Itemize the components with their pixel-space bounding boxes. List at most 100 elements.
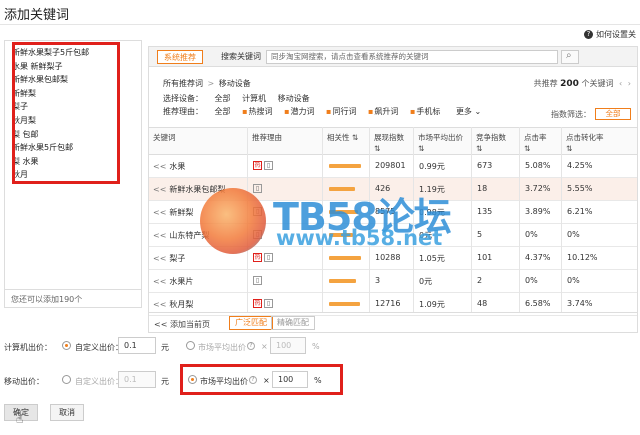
device-option-pc[interactable]: 计算机 <box>242 94 266 103</box>
phone-badge-icon: ▯ <box>253 276 262 285</box>
th-keyword: 关键词 <box>153 133 176 142</box>
total-suffix: 个关键词 <box>581 79 614 88</box>
search-input[interactable]: 同步淘宝网搜索，请点击查看系统推荐的关键词 <box>266 50 558 64</box>
keyword-cell[interactable]: << 秋月梨 <box>153 299 193 310</box>
cvr-cell: 10.12% <box>567 253 598 262</box>
phone-badge-icon: ▯ <box>264 299 273 308</box>
add-current-page-button[interactable]: << 添加当前页 <box>154 319 210 330</box>
competition-cell: 101 <box>477 253 493 262</box>
cvr-cell: 4.25% <box>567 161 593 170</box>
hand-cursor-icon: ☝ <box>16 412 24 426</box>
device-filter: 选择设备： 全部 计算机 移动设备 <box>163 93 319 104</box>
add-keyword-arrow[interactable]: << <box>153 185 166 194</box>
computer-bid-input[interactable]: 0.1 <box>118 337 156 354</box>
keyword-cell[interactable]: << 新鲜梨 <box>153 207 193 218</box>
mobile-bid-unit: 元 <box>161 377 169 386</box>
mobile-icon: ▪ <box>409 107 416 116</box>
keyword-text: 水果 <box>169 162 186 171</box>
computer-percent-input[interactable]: 100 <box>270 337 306 354</box>
computer-custom-label: 自定义出价： <box>75 343 123 352</box>
reason-option-rising[interactable]: ▪飙升词 <box>368 107 398 116</box>
keyword-cell[interactable]: << 水果 <box>153 161 185 172</box>
computer-bid-label: 计算机出价： <box>4 343 52 352</box>
th-competition[interactable]: 竞争指数 ⇅ <box>476 132 506 154</box>
relevance-bar <box>329 302 360 306</box>
tab-search-keyword[interactable]: 搜索关键词 <box>215 50 267 64</box>
device-option-mobile[interactable]: 移动设备 <box>278 94 310 103</box>
th-relevance[interactable]: 相关性 ⇅ <box>327 132 358 143</box>
match-broad-tab[interactable]: 广泛匹配 <box>229 316 273 330</box>
help-icon: ? <box>584 30 593 39</box>
add-keyword-arrow[interactable]: << <box>153 208 166 217</box>
reason-option-mobile[interactable]: ▪手机标 <box>410 107 440 116</box>
reason-cell: ▯ <box>253 276 262 285</box>
mobile-bid-input[interactable]: 0.1 <box>118 371 156 388</box>
add-keyword-arrow[interactable]: << <box>153 254 166 263</box>
impressions-cell: 10288 <box>375 253 401 262</box>
table-header: 关键词 推荐理由 相关性 ⇅ 展现指数 ⇅ 市场平均出价 ⇅ 竞争指数 ⇅ 点击率 ⇅ … <box>149 127 637 155</box>
dialog-header: 添加关键词 <box>0 0 640 26</box>
reason-option-hot[interactable]: ▪热搜词 <box>242 107 272 116</box>
cancel-button[interactable]: 取消 <box>50 404 84 421</box>
ctr-cell: 6.58% <box>525 299 551 308</box>
reason-option-potential[interactable]: ▪潜力词 <box>284 107 314 116</box>
computer-custom-radio[interactable] <box>62 341 71 350</box>
remaining-count: 您还可以添加190个 <box>5 289 141 307</box>
help-text: 如何设置关 <box>596 30 636 39</box>
competition-cell: 673 <box>477 161 493 170</box>
annotation-box-mobile-bid <box>180 364 343 395</box>
computer-market-radio[interactable] <box>186 341 195 350</box>
th-ctr[interactable]: 点击率 ⇅ <box>524 132 547 154</box>
column-divider <box>471 127 472 312</box>
table-row[interactable]: << 水果 热 ▯ 209801 0.99元 673 5.08% 4.25% <box>149 155 637 178</box>
index-filter-dropdown[interactable]: 全部 <box>595 108 631 120</box>
total-count: 共推荐 200 个关键词 ‹ › <box>534 78 631 89</box>
cvr-cell: 0% <box>567 276 580 285</box>
keyword-cell[interactable]: << 梨子 <box>153 253 185 264</box>
tab-system-recommend[interactable]: 系统推荐 <box>157 50 203 64</box>
cvr-cell: 3.74% <box>567 299 593 308</box>
watermark-url: www.tb58.net <box>276 226 443 250</box>
keyword-cell[interactable]: << 水果片 <box>153 276 193 287</box>
table-row[interactable]: << 水果片 ▯ 3 0元 2 0% 0% <box>149 270 637 293</box>
keyword-text: 新鲜梨 <box>169 208 194 217</box>
cvr-cell: 5.55% <box>567 184 593 193</box>
question-icon[interactable]: ? <box>247 342 255 350</box>
mobile-bid-label: 移动出价： <box>4 377 44 386</box>
competition-cell: 5 <box>477 230 483 239</box>
avg-bid-cell: 0.99元 <box>419 162 445 171</box>
relevance-bar <box>329 256 361 260</box>
competition-cell: 18 <box>477 184 488 193</box>
relevance-bar <box>329 279 356 283</box>
reason-option-all[interactable]: 全部 <box>215 107 231 116</box>
add-keyword-arrow[interactable]: << <box>153 300 166 309</box>
reason-filter: 推荐理由： 全部 ▪热搜词 ▪潜力词 ▪同行词 ▪飙升词 ▪手机标 更多 ⌄ <box>163 106 490 117</box>
ctr-cell: 5.08% <box>525 161 551 170</box>
reason-option-peer[interactable]: ▪同行词 <box>326 107 356 116</box>
dialog-title: 添加关键词 <box>4 8 70 23</box>
add-keyword-arrow[interactable]: << <box>153 277 166 286</box>
th-avg-bid[interactable]: 市场平均出价 ⇅ <box>418 132 463 154</box>
breadcrumb-root[interactable]: 所有推荐词 <box>163 79 203 88</box>
chevron-right-icon[interactable]: › <box>628 79 631 88</box>
watermark-logo <box>200 188 266 254</box>
add-keyword-arrow[interactable]: << <box>153 162 166 171</box>
computer-percent-unit: % <box>312 342 320 351</box>
th-impressions[interactable]: 展现指数 ⇅ <box>374 132 404 154</box>
impressions-cell: 3 <box>375 276 381 285</box>
computer-times: × <box>261 342 268 351</box>
add-keyword-arrow[interactable]: << <box>153 231 166 240</box>
phone-badge-icon: ▯ <box>264 253 273 262</box>
mobile-custom-radio[interactable] <box>62 375 71 384</box>
th-cvr[interactable]: 点击转化率 ⇅ <box>566 132 604 154</box>
chevron-left-icon[interactable]: ‹ <box>619 79 622 88</box>
phone-badge-icon: ▯ <box>253 184 262 193</box>
header-divider <box>0 24 640 25</box>
help-link[interactable]: ? 如何设置关 <box>584 29 636 40</box>
match-exact-tab[interactable]: 精确匹配 <box>271 316 315 330</box>
device-option-all[interactable]: 全部 <box>215 94 231 103</box>
search-icon[interactable] <box>561 50 579 64</box>
more-filter-button[interactable]: 更多 ⌄ <box>456 107 481 116</box>
competition-cell: 2 <box>477 276 483 285</box>
cvr-cell: 6.21% <box>567 207 593 216</box>
